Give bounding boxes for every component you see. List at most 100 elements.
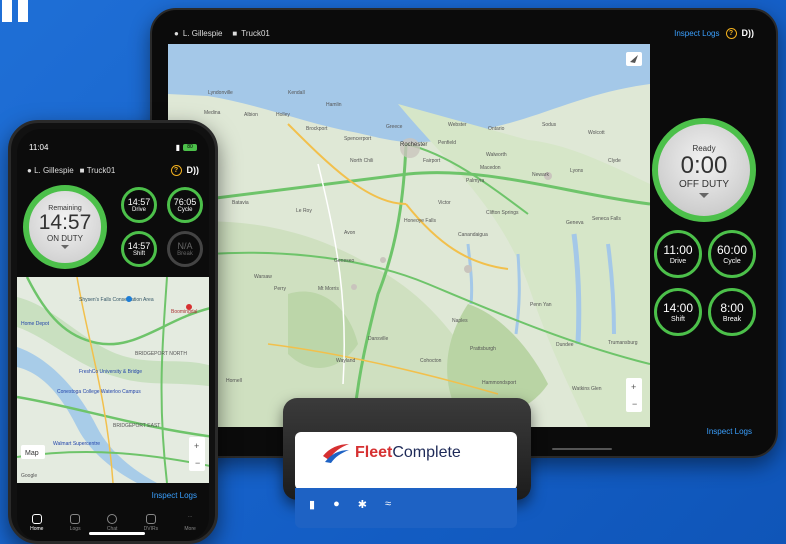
shift-timer: 14:00 Shift [654, 288, 702, 336]
map-label: Greece [386, 124, 403, 130]
brand-fleet: Fleet [355, 444, 393, 461]
battery-icon: 80 [183, 143, 197, 151]
help-icon[interactable]: ? [170, 164, 182, 176]
tablet-hos-panel: Ready 0:00 OFF DUTY 11:00 Drive 60:00 Cy… [650, 44, 760, 427]
phone-map[interactable]: Shysen's Falls Conservation Area Booming… [17, 277, 209, 483]
chevron-down-icon[interactable] [61, 245, 69, 249]
map-label: Albion [244, 112, 258, 118]
more-icon: ··· [187, 514, 193, 520]
truck-icon: ■ [79, 165, 87, 175]
map-label: Sodus [542, 122, 557, 128]
location-pin-icon: ● [333, 498, 340, 510]
map-label: Medina [204, 110, 221, 116]
chat-icon [107, 514, 118, 524]
map-label: Shysen's Falls Conservation Area [79, 297, 154, 303]
map-label: Lyons [570, 168, 584, 174]
map-label: Kendall [288, 90, 305, 96]
map-label: Hornell [226, 378, 242, 384]
remaining-time: 14:57 [38, 211, 92, 234]
zoom-in-icon[interactable]: + [631, 382, 636, 392]
map-label: Fairport [423, 158, 441, 164]
home-indicator [89, 532, 145, 535]
duty-status: OFF DUTY [679, 179, 729, 190]
nav-more[interactable]: ··· More [184, 514, 195, 532]
wifi-icon: ≈ [384, 498, 391, 510]
zoom-in-icon[interactable]: + [194, 441, 199, 451]
map-label: Cohocton [420, 358, 442, 364]
map-label: Le Roy [296, 208, 312, 214]
map-label: Warsaw [254, 274, 272, 280]
map-label: Macedon [480, 165, 501, 171]
bluetooth-icon: ✱ [357, 499, 367, 511]
signal-icon: ▮ [309, 499, 316, 511]
person-icon: ● [27, 165, 35, 175]
break-timer: N/A Break [167, 231, 203, 267]
map-label: Holley [276, 112, 290, 118]
tablet-map[interactable]: Rochester Fairport North Chili Spencerpo… [168, 44, 650, 427]
map-label: Seneca Falls [592, 216, 621, 222]
eld-hardware-device: FleetComplete ▮ ● ✱ ≈ [283, 398, 531, 540]
map-label: North Chili [350, 158, 373, 164]
map-label: Newark [532, 172, 549, 178]
zoom-out-icon[interactable]: − [195, 458, 200, 468]
map-label: Hamlin [326, 102, 342, 108]
truck-name: Truck01 [86, 165, 116, 175]
nav-home[interactable]: Home [30, 514, 43, 532]
shift-timer: 14:57 Shift [121, 231, 157, 267]
phone-device: 11:04 ▮ 80 ● L. Gillespie ■ Truck01 ? D)… [8, 120, 218, 544]
map-label: Prattsburgh [470, 346, 496, 352]
map-label: Brockport [306, 126, 328, 132]
tablet-driver: ● L. Gillespie ■ Truck01 [174, 28, 270, 38]
chevron-down-icon[interactable] [699, 193, 709, 198]
map-label: Naples [452, 318, 468, 324]
zoom-out-icon[interactable]: − [632, 399, 637, 409]
map-label: Trumansburg [608, 340, 638, 346]
clock: 11:04 [29, 142, 49, 152]
map-type-label: Map [25, 450, 39, 457]
phone-screen: 11:04 ▮ 80 ● L. Gillespie ■ Truck01 ? D)… [17, 129, 209, 541]
nav-dvirs[interactable]: DVIRs [144, 514, 158, 532]
map-label: Geneva [566, 220, 584, 226]
map-canvas[interactable]: Shysen's Falls Conservation Area Booming… [17, 277, 209, 483]
map-label: Geneseo [334, 258, 355, 264]
brand-complete: Complete [392, 444, 461, 461]
map-label: Walworth [486, 152, 507, 158]
map-label: Honeoye Falls [404, 218, 436, 224]
phone-status-bar: 11:04 ▮ 80 [29, 141, 197, 153]
inspect-logs-link-bottom[interactable]: Inspect Logs [707, 427, 752, 436]
map-label: Penfield [438, 140, 456, 146]
map-label: Lyndonville [208, 90, 233, 96]
help-icon[interactable]: ? [725, 27, 737, 39]
bottom-nav: Home Logs Chat DVIRs ··· More [17, 503, 209, 541]
nav-chat[interactable]: Chat [107, 514, 118, 532]
map-label: Wayland [336, 358, 355, 364]
map-label: Conestoga College Waterloo Campus [57, 389, 141, 395]
on-duty-ring[interactable]: Remaining 14:57 ON DUTY [23, 185, 107, 269]
connection-icon: D)) [186, 165, 200, 175]
map-label: Victor [438, 200, 451, 206]
map-canvas[interactable]: Rochester Fairport North Chili Spencerpo… [168, 44, 650, 427]
person-icon: ● [174, 28, 179, 38]
device-status-strip: ▮ ● ✱ ≈ [295, 488, 517, 528]
map-label: Canandaigua [458, 232, 488, 238]
map-label: Clyde [608, 158, 621, 164]
nav-logs[interactable]: Logs [70, 514, 81, 532]
map-label: Penn Yan [530, 302, 552, 308]
off-duty-ring[interactable]: Ready 0:00 OFF DUTY [652, 118, 756, 222]
map-label: FreshCo University & Bridge [79, 369, 142, 375]
map-label: Wolcott [588, 130, 605, 136]
duty-status: ON DUTY [47, 234, 83, 243]
tablet-status-bar: ● L. Gillespie ■ Truck01 Inspect Logs ? … [174, 24, 754, 42]
tablet-home-indicator [552, 448, 612, 450]
map-label: BRIDGEPORT NORTH [135, 351, 187, 357]
swoosh-logo-icon [323, 444, 349, 463]
map-label: BRIDGEPORT EAST [113, 423, 160, 429]
dvir-icon [145, 514, 156, 524]
signal-icon: ▮ [175, 142, 180, 152]
phone-header: ● L. Gillespie ■ Truck01 ? D)) [27, 163, 199, 177]
inspect-logs-link[interactable]: Inspect Logs [152, 491, 197, 500]
drive-timer: 11:00 Drive [654, 230, 702, 278]
inspect-logs-link-top[interactable]: Inspect Logs [674, 29, 719, 38]
cycle-timer: 60:00 Cycle [708, 230, 756, 278]
map-label: Perry [274, 286, 286, 292]
